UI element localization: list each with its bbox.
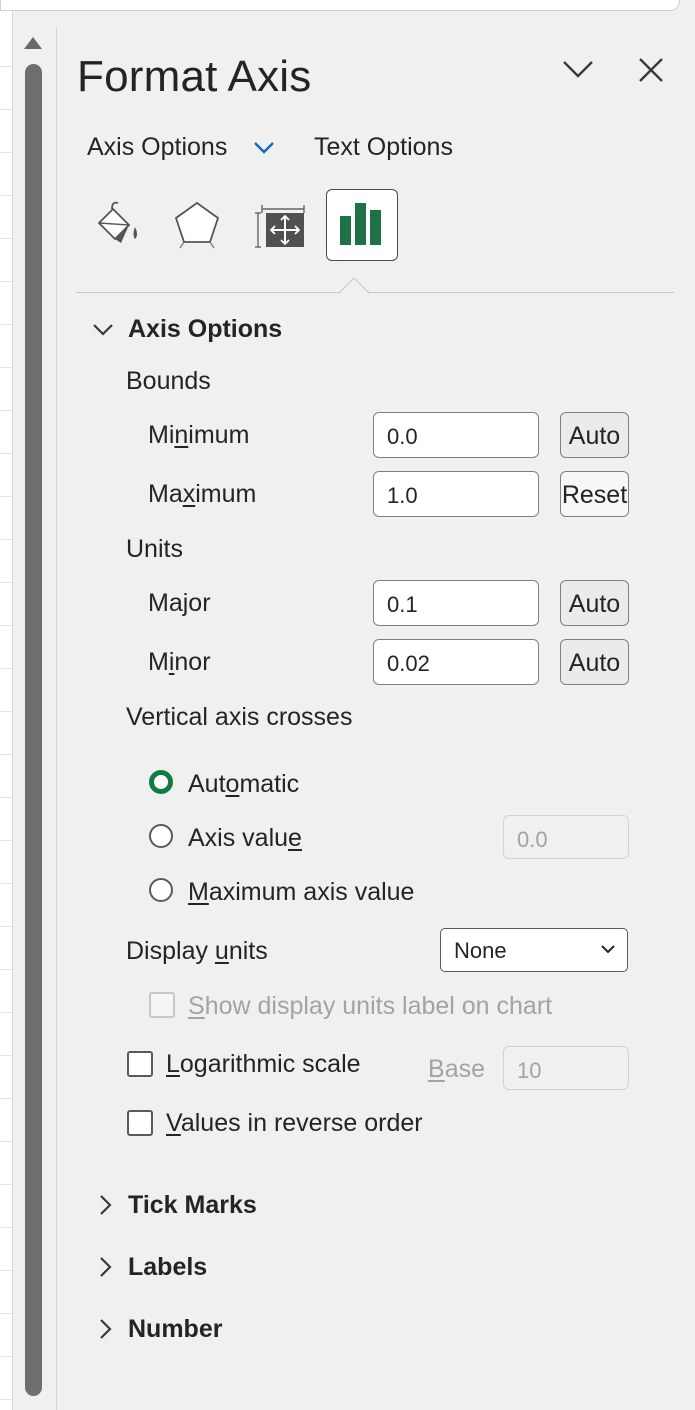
axis-options-dropdown-icon[interactable] [252,138,276,163]
minimum-auto-button[interactable]: Auto [560,412,629,458]
units-heading: Units [126,535,183,563]
section-number[interactable]: Number [128,1315,222,1344]
maximum-axis-value-label[interactable]: Maximum axis value [188,878,414,907]
chevron-down-icon[interactable] [91,318,115,347]
major-auto-button[interactable]: Auto [560,580,629,626]
maximum-input[interactable]: 1.0 [373,471,539,517]
pane-title: Format Axis [77,52,312,101]
minor-label: Minor [148,648,211,676]
major-input[interactable]: 0.1 [373,580,539,626]
axis-value-radio[interactable] [149,824,173,848]
scroll-up-arrow-icon[interactable] [24,37,42,49]
display-units-select[interactable]: None [440,928,628,972]
worksheet-edge [0,0,13,1410]
chevron-right-icon[interactable] [95,1255,115,1284]
bounds-heading: Bounds [126,367,211,395]
fill-line-button[interactable] [82,189,152,259]
tab-divider [76,292,674,293]
reverse-order-label[interactable]: Values in reverse order [166,1109,423,1138]
close-icon[interactable] [631,50,671,90]
scrollbar-thumb[interactable] [25,64,42,1396]
section-tick-marks[interactable]: Tick Marks [128,1191,257,1220]
base-input[interactable]: 10 [503,1046,629,1090]
chevron-down-icon[interactable] [558,50,598,90]
axis-value-input[interactable]: 0.0 [503,815,629,859]
logarithmic-scale-checkbox[interactable] [127,1051,153,1077]
minor-input[interactable]: 0.02 [373,639,539,685]
effects-icon [174,201,220,249]
display-units-label: Display units [126,937,268,965]
base-label: Base [428,1055,485,1083]
chevron-right-icon[interactable] [95,1193,115,1222]
logarithmic-scale-label[interactable]: Logarithmic scale [166,1050,361,1079]
effects-button[interactable] [162,189,232,259]
maximum-label: Maximum [148,480,257,508]
show-units-label-text: Show display units label on chart [188,992,553,1020]
top-input-edge [0,0,680,11]
axis-options-button[interactable] [326,189,398,261]
selected-tab-notch [337,277,371,295]
maximum-axis-value-radio[interactable] [149,878,173,902]
tab-axis-options[interactable]: Axis Options [87,133,227,162]
minor-auto-button[interactable]: Auto [560,639,629,685]
display-units-value: None [454,938,507,963]
automatic-label[interactable]: Automatic [188,770,299,799]
axis-value-label[interactable]: Axis value [188,824,302,853]
minimum-input[interactable]: 0.0 [373,412,539,458]
axis-options-icon [340,203,381,245]
chevron-down-icon [601,945,615,954]
fill-line-icon [97,201,137,243]
section-labels[interactable]: Labels [128,1253,207,1282]
automatic-radio[interactable] [149,770,173,794]
chevron-right-icon[interactable] [95,1317,115,1346]
minimum-label: Minimum [148,421,250,449]
crosses-heading: Vertical axis crosses [126,703,353,731]
tab-text-options[interactable]: Text Options [314,133,453,162]
reverse-order-checkbox[interactable] [127,1110,153,1136]
maximum-reset-button[interactable]: Reset [560,471,629,517]
show-units-label-checkbox[interactable] [149,992,175,1018]
section-axis-options[interactable]: Axis Options [128,315,282,344]
size-properties-icon [255,205,305,248]
major-label: Major [148,589,211,617]
size-properties-button[interactable] [246,189,316,259]
